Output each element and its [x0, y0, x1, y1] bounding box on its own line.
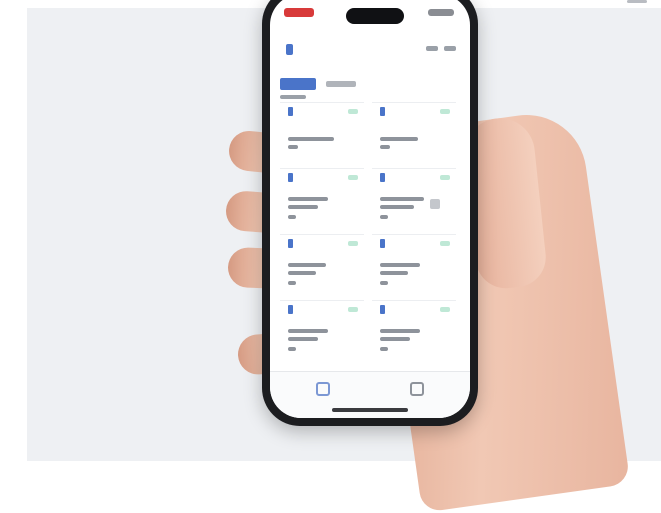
- card-badge: [440, 307, 450, 312]
- smartphone: [262, 0, 478, 426]
- status-time: [284, 8, 314, 17]
- bottom-nav: [270, 371, 470, 418]
- card-text: [288, 197, 328, 201]
- card-text: [380, 215, 388, 219]
- card-text: [380, 347, 388, 351]
- card-text: [288, 263, 326, 267]
- status-icons: [428, 9, 454, 16]
- card-text: [380, 197, 424, 201]
- card-icon: [288, 173, 293, 182]
- card-badge: [348, 175, 358, 180]
- card-text: [380, 205, 414, 209]
- card-text: [380, 281, 388, 285]
- home-indicator: [332, 408, 408, 412]
- card-text: [288, 137, 334, 141]
- grid-card[interactable]: [372, 300, 456, 361]
- grid-card[interactable]: [280, 168, 364, 229]
- card-badge: [348, 109, 358, 114]
- corner-mark: [627, 0, 647, 3]
- card-icon: [288, 305, 293, 314]
- nav-home-icon[interactable]: [316, 382, 330, 396]
- grid-card[interactable]: [280, 300, 364, 361]
- card-text: [288, 145, 298, 149]
- dynamic-island: [346, 8, 404, 24]
- tab-bar: [280, 78, 400, 90]
- card-badge: [440, 109, 450, 114]
- card-text: [430, 199, 440, 209]
- card-text: [380, 329, 420, 333]
- grid-card[interactable]: [372, 168, 456, 229]
- card-text: [288, 271, 316, 275]
- grid-card[interactable]: [372, 234, 456, 295]
- app-logo-icon: [286, 44, 293, 55]
- grid-card[interactable]: [280, 102, 364, 163]
- nav-settings-icon[interactable]: [410, 382, 424, 396]
- card-badge: [348, 307, 358, 312]
- card-icon: [288, 239, 293, 248]
- card-icon: [380, 107, 385, 116]
- card-text: [380, 137, 418, 141]
- card-text: [380, 337, 410, 341]
- header-button[interactable]: [444, 46, 456, 51]
- card-grid: [280, 102, 460, 362]
- card-badge: [440, 241, 450, 246]
- grid-card[interactable]: [372, 102, 456, 163]
- grid-card[interactable]: [280, 234, 364, 295]
- card-text: [288, 329, 328, 333]
- card-text: [288, 347, 296, 351]
- card-badge: [440, 175, 450, 180]
- header-button[interactable]: [426, 46, 438, 51]
- tab-active[interactable]: [280, 78, 316, 90]
- card-text: [288, 205, 318, 209]
- card-icon: [288, 107, 293, 116]
- tab-other[interactable]: [326, 81, 356, 87]
- phone-screen: [270, 0, 470, 418]
- card-text: [288, 281, 296, 285]
- card-icon: [380, 239, 385, 248]
- card-icon: [380, 305, 385, 314]
- card-text: [288, 337, 318, 341]
- card-text: [288, 215, 296, 219]
- card-icon: [380, 173, 385, 182]
- section-caption: [280, 95, 306, 99]
- app-header: [286, 42, 458, 58]
- card-text: [380, 145, 390, 149]
- card-badge: [348, 241, 358, 246]
- card-text: [380, 263, 420, 267]
- card-text: [380, 271, 408, 275]
